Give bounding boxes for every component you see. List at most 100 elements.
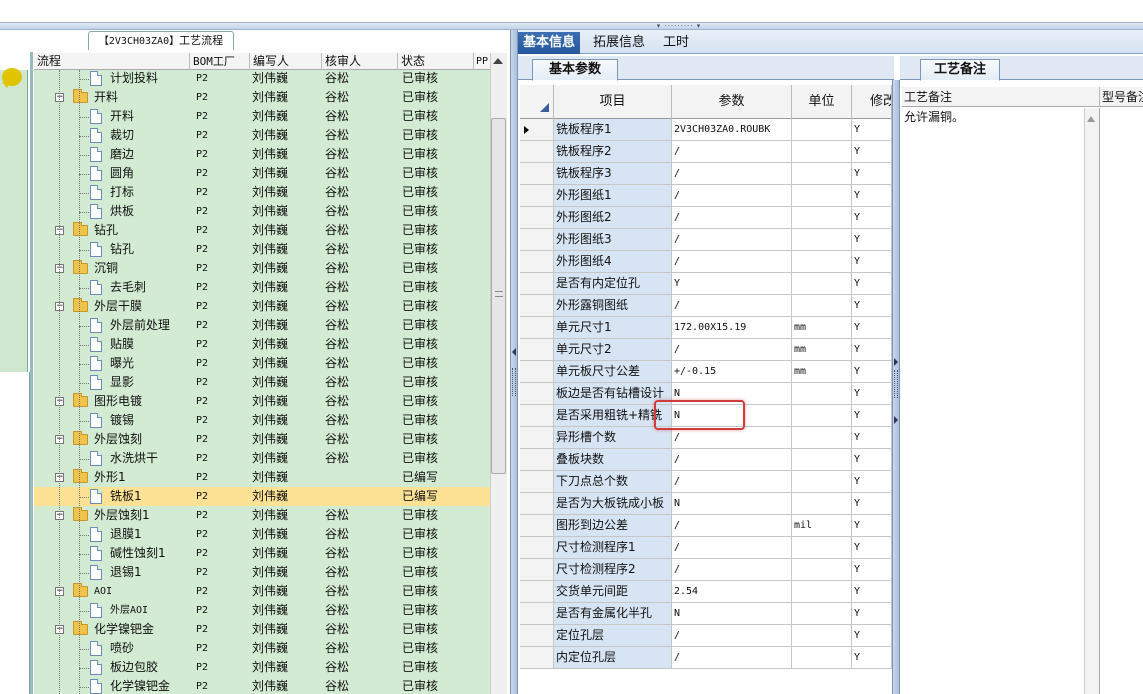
param-cell-param[interactable]: / [672, 295, 792, 316]
param-cell-mod[interactable]: Y [852, 141, 892, 162]
param-cell-param[interactable]: +/-0.15 [672, 361, 792, 382]
tab-basic-info[interactable]: 基本信息 [518, 32, 581, 54]
row-selector[interactable] [520, 251, 554, 272]
param-cell-param[interactable]: / [672, 449, 792, 470]
param-cell-param[interactable]: Y [672, 273, 792, 294]
param-cell-param[interactable]: / [672, 251, 792, 272]
row-selector[interactable] [520, 537, 554, 558]
tree-row[interactable]: 水洗烘干 P2 刘伟巍 谷松 已审核 [34, 449, 490, 468]
tab-process-notes[interactable]: 工艺备注 [920, 59, 1000, 81]
param-row[interactable]: 是否有金属化半孔 N Y [520, 603, 892, 625]
param-cell-param[interactable]: / [672, 625, 792, 646]
tree-row[interactable]: − AOI P2 刘伟巍 谷松 已审核 [34, 582, 490, 601]
row-selector[interactable] [520, 559, 554, 580]
tree-row[interactable]: 喷砂 P2 刘伟巍 谷松 已审核 [34, 639, 490, 658]
param-row[interactable]: 是否有内定位孔 Y Y [520, 273, 892, 295]
row-selector[interactable] [520, 119, 554, 140]
row-selector[interactable] [520, 163, 554, 184]
param-cell-unit[interactable] [792, 581, 852, 602]
tree-row[interactable]: − 外层干膜 P2 刘伟巍 谷松 已审核 [34, 297, 490, 316]
param-cell-param[interactable]: / [672, 339, 792, 360]
tree-row[interactable]: 板边包胶 P2 刘伟巍 谷松 已审核 [34, 658, 490, 677]
param-cell-param[interactable]: 172.00X15.19 [672, 317, 792, 338]
param-cell-unit[interactable] [792, 537, 852, 558]
tree-row[interactable]: − 图形电镀 P2 刘伟巍 谷松 已审核 [34, 392, 490, 411]
grid-corner[interactable] [520, 85, 554, 119]
tree-row[interactable]: − 开料 P2 刘伟巍 谷松 已审核 [34, 88, 490, 107]
collapse-right-arrow-icon[interactable] [894, 358, 898, 366]
param-cell-unit[interactable]: mm [792, 339, 852, 360]
param-cell-unit[interactable] [792, 273, 852, 294]
param-cell-mod[interactable]: Y [852, 295, 892, 316]
param-cell-unit[interactable] [792, 229, 852, 250]
param-cell-param[interactable]: / [672, 163, 792, 184]
param-cell-param[interactable]: 2V3CH03ZA0.ROUBK [672, 119, 792, 140]
param-row[interactable]: 下刀点总个数 / Y [520, 471, 892, 493]
param-cell-mod[interactable]: Y [852, 647, 892, 668]
param-row[interactable]: 图形到边公差 / mil Y [520, 515, 892, 537]
param-cell-param[interactable]: / [672, 559, 792, 580]
tree-row[interactable]: − 外层蚀刻 P2 刘伟巍 谷松 已审核 [34, 430, 490, 449]
param-cell-mod[interactable]: Y [852, 493, 892, 514]
tab-basic-params[interactable]: 基本参数 [532, 59, 618, 81]
tree-row[interactable]: 裁切 P2 刘伟巍 谷松 已审核 [34, 126, 490, 145]
row-selector[interactable] [520, 339, 554, 360]
param-row[interactable]: 是否为大板铣成小板 N Y [520, 493, 892, 515]
tree-row[interactable]: 退膜1 P2 刘伟巍 谷松 已审核 [34, 525, 490, 544]
row-selector[interactable] [520, 185, 554, 206]
param-cell-param[interactable]: / [672, 207, 792, 228]
param-row[interactable]: 外形图纸1/ Y [520, 185, 892, 207]
param-cell-unit[interactable] [792, 383, 852, 404]
param-cell-mod[interactable]: Y [852, 251, 892, 272]
param-cell-unit[interactable] [792, 207, 852, 228]
splitter-grip-icon[interactable]: ▾ ········· ▾ [648, 23, 710, 30]
row-selector[interactable] [520, 581, 554, 602]
tree-row[interactable]: 碱性蚀刻1 P2 刘伟巍 谷松 已审核 [34, 544, 490, 563]
col-header-unit[interactable]: 单位 [792, 85, 852, 119]
tree-row[interactable]: 钻孔 P2 刘伟巍 谷松 已审核 [34, 240, 490, 259]
notes-vertical-scrollbar[interactable] [1084, 108, 1100, 694]
scroll-up-arrow-icon[interactable] [493, 58, 503, 64]
row-selector[interactable] [520, 647, 554, 668]
row-selector[interactable] [520, 427, 554, 448]
param-cell-mod[interactable]: Y [852, 559, 892, 580]
splitter-grip-icon[interactable] [512, 368, 516, 396]
tree-row[interactable]: − 钻孔 P2 刘伟巍 谷松 已审核 [34, 221, 490, 240]
param-cell-param[interactable]: N [672, 493, 792, 514]
param-cell-mod[interactable]: Y [852, 317, 892, 338]
row-selector[interactable] [520, 383, 554, 404]
param-row[interactable]: 单元尺寸2/mm Y [520, 339, 892, 361]
param-cell-unit[interactable] [792, 185, 852, 206]
param-row[interactable]: 内定位孔层 / Y [520, 647, 892, 669]
tree-row[interactable]: 打标 P2 刘伟巍 谷松 已审核 [34, 183, 490, 202]
param-cell-mod[interactable]: Y [852, 229, 892, 250]
row-selector[interactable] [520, 317, 554, 338]
param-cell-mod[interactable]: Y [852, 537, 892, 558]
row-selector[interactable] [520, 625, 554, 646]
param-row[interactable]: 铣板程序3/ Y [520, 163, 892, 185]
tree-row[interactable]: 计划投料 P2 刘伟巍 谷松 已审核 [34, 70, 490, 88]
param-row[interactable]: 单元板尺寸公差 +/-0.15 mm Y [520, 361, 892, 383]
tree-row[interactable]: 退锡1 P2 刘伟巍 谷松 已审核 [34, 563, 490, 582]
param-cell-unit[interactable] [792, 427, 852, 448]
param-cell-mod[interactable]: Y [852, 581, 892, 602]
param-cell-mod[interactable]: Y [852, 339, 892, 360]
tree-row[interactable]: 烘板 P2 刘伟巍 谷松 已审核 [34, 202, 490, 221]
param-row[interactable]: 铣板程序2/ Y [520, 141, 892, 163]
col-header-process-note[interactable]: 工艺备注 [902, 87, 1100, 107]
param-cell-mod[interactable]: Y [852, 207, 892, 228]
param-cell-param[interactable]: N [672, 603, 792, 624]
param-cell-param[interactable]: 2.54 [672, 581, 792, 602]
col-header-param[interactable]: 参数 [672, 85, 792, 119]
param-cell-unit[interactable]: mm [792, 361, 852, 382]
param-cell-param[interactable]: / [672, 471, 792, 492]
tree-row[interactable]: 曝光 P2 刘伟巍 谷松 已审核 [34, 354, 490, 373]
tree-row[interactable]: − 外层蚀刻1 P2 刘伟巍 谷松 已审核 [34, 506, 490, 525]
tree-row[interactable]: 磨边 P2 刘伟巍 谷松 已审核 [34, 145, 490, 164]
row-selector[interactable] [520, 471, 554, 492]
tree-row[interactable]: 镀锡 P2 刘伟巍 谷松 已审核 [34, 411, 490, 430]
right-splitter[interactable] [892, 80, 900, 694]
param-cell-mod[interactable]: Y [852, 273, 892, 294]
param-cell-mod[interactable]: Y [852, 185, 892, 206]
col-header-writer[interactable]: 编写人 [250, 53, 322, 70]
